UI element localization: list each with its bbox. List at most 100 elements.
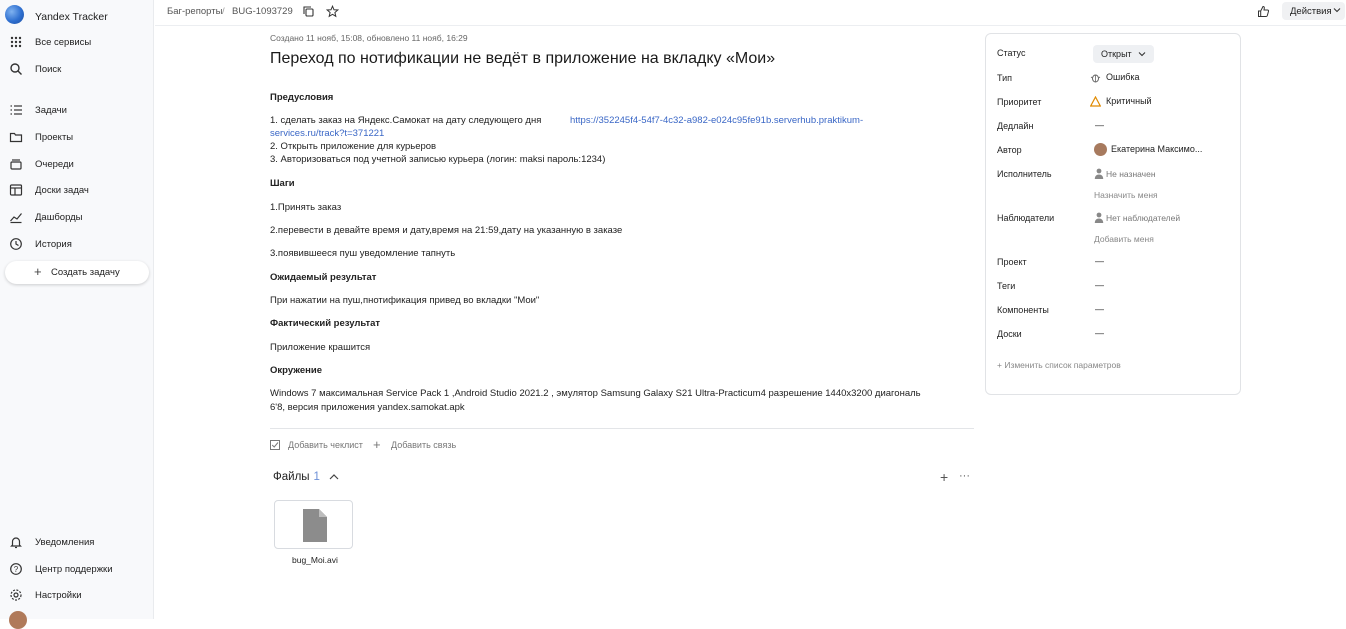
folder-icon <box>9 132 23 143</box>
help-icon: ? <box>10 563 22 575</box>
boards-value[interactable]: — <box>1095 328 1104 338</box>
more-icon[interactable]: ··· <box>959 470 970 482</box>
sidebar-item-history[interactable]: История <box>0 234 154 256</box>
sidebar-item-label: Задачи <box>35 105 67 116</box>
field-label-project: Проект <box>997 257 1027 267</box>
sidebar-item-settings[interactable]: Настройки <box>0 585 154 607</box>
field-label-components: Компоненты <box>997 305 1049 315</box>
sidebar-item-label: Дашборды <box>35 212 83 223</box>
top-bar: Баг-репорты / BUG-1093729 Действия <box>155 0 1346 26</box>
sidebar-item-support[interactable]: ? Центр поддержки <box>0 559 154 581</box>
track-link-continued[interactable]: services.ru/track?t=371221 <box>270 127 384 140</box>
actual-result: Приложение крашится <box>270 342 371 353</box>
sidebar-item-label: Все сервисы <box>35 37 92 48</box>
actual-heading: Фактический результат <box>270 318 381 329</box>
precondition-1: 1. сделать заказ на Яндекс.Самокат на да… <box>270 115 542 126</box>
environment-heading: Окружение <box>270 365 322 376</box>
board-icon <box>9 184 23 196</box>
svg-text:?: ? <box>14 565 19 574</box>
tags-value[interactable]: — <box>1095 280 1104 290</box>
field-label-assignee: Исполнитель <box>997 169 1052 179</box>
issue-title[interactable]: Переход по нотификации не ведёт в прилож… <box>270 50 775 68</box>
type-value[interactable]: Ошибка <box>1106 72 1140 82</box>
step-3: 3.появившееся пуш уведомление тапнуть <box>270 248 456 259</box>
chevron-down-icon <box>1333 8 1341 13</box>
sidebar-item-label: Проекты <box>35 132 74 143</box>
breadcrumb-separator: / <box>222 6 225 17</box>
warning-icon <box>1090 96 1101 107</box>
step-2: 2.перевести в девайте время и дату,время… <box>270 225 623 236</box>
create-task-label: Создать задачу <box>51 267 120 278</box>
queues-icon <box>10 159 22 170</box>
tracker-logo-icon <box>5 5 24 24</box>
bell-icon <box>10 537 22 549</box>
breadcrumb-issue-key[interactable]: BUG-1093729 <box>232 6 293 17</box>
steps-heading: Шаги <box>270 178 295 189</box>
issue-meta: Создано 11 нояб, 15:08, обновлено 11 ноя… <box>270 33 468 43</box>
project-value[interactable]: — <box>1095 256 1104 266</box>
grid-icon <box>10 36 22 48</box>
brand[interactable]: Yandex Tracker <box>0 2 154 28</box>
sidebar-item-queues[interactable]: Очереди <box>0 154 154 176</box>
chevron-up-icon <box>329 474 339 480</box>
field-label-boards: Доски <box>997 329 1022 339</box>
add-link-button[interactable]: Добавить связь <box>391 440 456 450</box>
sidebar-item-search[interactable]: Поиск <box>0 59 154 81</box>
create-task-button[interactable]: + Создать задачу <box>5 261 149 284</box>
assign-me-link[interactable]: Назначить меня <box>1094 190 1158 200</box>
edit-params-label: Изменить список параметров <box>1004 360 1121 370</box>
deadline-value[interactable]: — <box>1095 120 1104 130</box>
history-icon <box>10 238 22 250</box>
breadcrumb-queue[interactable]: Баг-репорты <box>167 6 222 17</box>
assignee-value[interactable]: Не назначен <box>1106 169 1156 179</box>
author-value[interactable]: Екатерина Максимо... <box>1111 144 1202 154</box>
sidebar-item-tasks[interactable]: Задачи <box>0 100 154 122</box>
plus-icon: + <box>34 264 42 279</box>
description-divider <box>270 428 974 429</box>
sidebar-item-all-services[interactable]: Все сервисы <box>0 32 154 54</box>
checklist-icon <box>270 440 280 450</box>
files-label: Файлы <box>273 471 310 483</box>
edit-params-button[interactable]: + Изменить список параметров <box>997 360 1121 370</box>
sidebar-item-label: Центр поддержки <box>35 564 113 575</box>
actions-label: Действия <box>1290 6 1332 17</box>
files-section-toggle[interactable]: Файлы 1 <box>273 471 339 483</box>
precondition-2: 2. Открыть приложение для курьеров <box>270 141 437 152</box>
field-label-type: Тип <box>997 73 1013 83</box>
gear-icon <box>10 589 22 601</box>
search-icon <box>10 63 22 75</box>
step-1: 1.Принять заказ <box>270 202 342 213</box>
priority-value[interactable]: Критичный <box>1106 96 1152 106</box>
add-checklist-button[interactable]: Добавить чеклист <box>288 440 363 450</box>
followers-value[interactable]: Нет наблюдателей <box>1106 213 1180 223</box>
star-icon[interactable] <box>326 5 339 18</box>
status-dropdown[interactable]: Открыт <box>1093 45 1154 63</box>
like-icon[interactable] <box>1257 5 1270 18</box>
preconditions-heading: Предусловия <box>270 92 334 103</box>
environment-line-2: 6'8, версия приложения yandex.samokat.ap… <box>270 402 465 413</box>
chart-icon <box>10 213 22 224</box>
sidebar-item-boards[interactable]: Доски задач <box>0 180 154 202</box>
actions-button[interactable]: Действия <box>1282 2 1345 20</box>
sidebar-item-label: История <box>35 239 72 250</box>
file-name[interactable]: bug_Moi.avi <box>292 555 338 565</box>
field-label-author: Автор <box>997 145 1022 155</box>
precondition-3: 3. Авторизоваться под учетной записью ку… <box>270 154 606 165</box>
file-card[interactable] <box>274 500 353 549</box>
sidebar-item-label: Уведомления <box>35 537 95 548</box>
files-count: 1 <box>313 471 320 483</box>
status-value: Открыт <box>1101 49 1132 59</box>
brand-name: Yandex Tracker <box>35 11 108 23</box>
chevron-down-icon <box>1138 52 1146 57</box>
track-link[interactable]: https://352245f4-54f7-4c32-a982-e024c95f… <box>570 114 863 127</box>
copy-icon[interactable] <box>302 5 315 18</box>
user-avatar[interactable] <box>9 611 27 629</box>
add-me-link[interactable]: Добавить меня <box>1094 234 1154 244</box>
components-value[interactable]: — <box>1095 304 1104 314</box>
sidebar-item-notifications[interactable]: Уведомления <box>0 532 154 554</box>
field-label-priority: Приоритет <box>997 97 1042 107</box>
sidebar-item-dashboards[interactable]: Дашборды <box>0 207 154 229</box>
add-file-plus-icon[interactable]: + <box>940 469 948 485</box>
sidebar-item-label: Настройки <box>35 590 82 601</box>
sidebar-item-projects[interactable]: Проекты <box>0 127 154 149</box>
